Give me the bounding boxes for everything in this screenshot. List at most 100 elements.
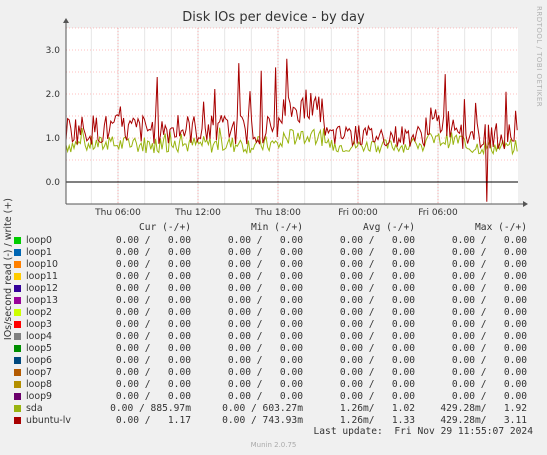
- legend-avg: 0.00 / 0.00: [339, 295, 415, 306]
- legend-series-name: loop8: [26, 379, 52, 390]
- legend-min: 0.00 / 0.00: [227, 367, 303, 378]
- legend-header-cur: Cur (-/+): [139, 222, 191, 233]
- legend-max: 0.00 / 0.00: [451, 319, 527, 330]
- legend-max: 0.00 / 0.00: [451, 307, 527, 318]
- legend-swatch: [14, 273, 21, 280]
- legend-max: 0.00 / 0.00: [451, 283, 527, 294]
- x-tick-label: Thu 18:00: [254, 208, 301, 218]
- legend-avg: 0.00 / 0.00: [339, 343, 415, 354]
- x-tick-label: Fri 00:00: [338, 208, 378, 218]
- legend-min: 0.00 / 0.00: [227, 295, 303, 306]
- legend-row: loop2 0.00 / 0.00 0.00 / 0.00 0.00 / 0.00 0.…: [12, 307, 537, 319]
- legend-swatch: [14, 381, 21, 388]
- legend-header-min: Min (-/+): [251, 222, 303, 233]
- legend-swatch: [14, 417, 21, 424]
- legend-row: loop6 0.00 / 0.00 0.00 / 0.00 0.00 / 0.00 0.…: [12, 355, 537, 367]
- legend-series-name: loop12: [26, 283, 58, 294]
- legend-series-name: sda: [26, 403, 43, 414]
- legend-min: 0.00 / 0.00: [227, 343, 303, 354]
- legend-series-name: loop5: [26, 343, 52, 354]
- legend-avg: 0.00 / 0.00: [339, 259, 415, 270]
- legend-swatch: [14, 261, 21, 268]
- x-tick-label: Fri 06:00: [418, 208, 458, 218]
- legend-series-name: ubuntu-lv: [26, 415, 71, 426]
- legend-max: 0.00 / 0.00: [451, 343, 527, 354]
- legend-min: 0.00 / 0.00: [227, 271, 303, 282]
- legend-max: 0.00 / 0.00: [451, 295, 527, 306]
- legend-series-name: loop4: [26, 331, 52, 342]
- legend-avg: 0.00 / 0.00: [339, 319, 415, 330]
- legend-cur: 0.00 / 0.00: [115, 391, 191, 402]
- legend-series-name: loop2: [26, 307, 52, 318]
- legend-min: 0.00 / 0.00: [227, 259, 303, 270]
- legend-cur: 0.00 / 0.00: [115, 283, 191, 294]
- legend-swatch: [14, 249, 21, 256]
- legend-series-name: loop7: [26, 367, 52, 378]
- legend-row: loop1 0.00 / 0.00 0.00 / 0.00 0.00 / 0.00 0.…: [12, 247, 537, 259]
- x-tick-label: Thu 12:00: [174, 208, 221, 218]
- legend-max: 0.00 / 0.00: [451, 331, 527, 342]
- legend-header-avg: Avg (-/+): [363, 222, 415, 233]
- legend-avg: 0.00 / 0.00: [339, 355, 415, 366]
- legend-series-name: loop10: [26, 259, 58, 270]
- legend-row: loop13 0.00 / 0.00 0.00 / 0.00 0.00 / 0.00 0…: [12, 295, 537, 307]
- legend-swatch: [14, 369, 21, 376]
- legend-row: loop10 0.00 / 0.00 0.00 / 0.00 0.00 / 0.00 0…: [12, 259, 537, 271]
- legend-cur: 0.00 / 885.97m: [110, 403, 191, 414]
- legend-cur: 0.00 / 0.00: [115, 235, 191, 246]
- legend-swatch: [14, 333, 21, 340]
- legend-row: loop0 0.00 / 0.00 0.00 / 0.00 0.00 / 0.00 0.…: [12, 235, 537, 247]
- rrdtool-credit: RRDTOOL / TOBI OETIKER: [535, 6, 543, 108]
- legend-avg: 0.00 / 0.00: [339, 379, 415, 390]
- legend-cur: 0.00 / 0.00: [115, 379, 191, 390]
- legend-series-name: loop11: [26, 271, 58, 282]
- legend-cur: 0.00 / 0.00: [115, 343, 191, 354]
- legend-cur: 0.00 / 0.00: [115, 331, 191, 342]
- legend-table: Cur (-/+) Min (-/+) Avg (-/+) Max (-/+) …: [12, 222, 537, 427]
- y-tick-label: 1.0: [46, 134, 61, 144]
- legend-swatch: [14, 237, 21, 244]
- legend-min: 0.00 / 0.00: [227, 307, 303, 318]
- legend-avg: 0.00 / 0.00: [339, 367, 415, 378]
- legend-max: 0.00 / 0.00: [451, 235, 527, 246]
- legend-avg: 1.26m/ 1.02: [339, 403, 415, 414]
- legend-row: loop5 0.00 / 0.00 0.00 / 0.00 0.00 / 0.00 0.…: [12, 343, 537, 355]
- legend-cur: 0.00 / 1.17: [115, 415, 191, 426]
- legend-avg: 0.00 / 0.00: [339, 391, 415, 402]
- legend-row: sda 0.00 / 885.97m 0.00 / 603.27m 1.26m/ 1.…: [12, 403, 537, 415]
- legend-series-name: loop1: [26, 247, 52, 258]
- legend-avg: 0.00 / 0.00: [339, 331, 415, 342]
- legend-cur: 0.00 / 0.00: [115, 367, 191, 378]
- legend-swatch: [14, 309, 21, 316]
- legend-row: loop12 0.00 / 0.00 0.00 / 0.00 0.00 / 0.00 0…: [12, 283, 537, 295]
- legend-min: 0.00 / 0.00: [227, 283, 303, 294]
- legend-swatch: [14, 321, 21, 328]
- legend-row: loop9 0.00 / 0.00 0.00 / 0.00 0.00 / 0.00 0.…: [12, 391, 537, 403]
- legend-cur: 0.00 / 0.00: [115, 271, 191, 282]
- legend-min: 0.00 / 603.27m: [222, 403, 303, 414]
- y-tick-label: 3.0: [46, 46, 61, 56]
- y-tick-label: 2.0: [46, 90, 61, 100]
- disk-io-chart: 0.0 1.0 2.0 3.0 Thu 06:00 Thu 12:00 Thu 18:00 F…: [46, 18, 528, 218]
- legend-series-name: loop0: [26, 235, 52, 246]
- legend-max: 0.00 / 0.00: [451, 355, 527, 366]
- legend-min: 0.00 / 0.00: [227, 355, 303, 366]
- legend-row: loop7 0.00 / 0.00 0.00 / 0.00 0.00 / 0.00 0.…: [12, 367, 537, 379]
- legend-max: 0.00 / 0.00: [451, 391, 527, 402]
- legend-max: 0.00 / 0.00: [451, 271, 527, 282]
- x-axis-arrow: [523, 201, 528, 207]
- legend-min: 0.00 / 0.00: [227, 331, 303, 342]
- legend-max: 0.00 / 0.00: [451, 379, 527, 390]
- legend-max: 0.00 / 0.00: [451, 259, 527, 270]
- legend-min: 0.00 / 743.93m: [222, 415, 303, 426]
- legend-header-row: Cur (-/+) Min (-/+) Avg (-/+) Max (-/+): [12, 222, 537, 235]
- legend-min: 0.00 / 0.00: [227, 379, 303, 390]
- legend-max: 0.00 / 0.00: [451, 247, 527, 258]
- legend-row: loop11 0.00 / 0.00 0.00 / 0.00 0.00 / 0.00 0…: [12, 271, 537, 283]
- legend-swatch: [14, 357, 21, 364]
- legend-swatch: [14, 285, 21, 292]
- legend-avg: 0.00 / 0.00: [339, 307, 415, 318]
- legend-min: 0.00 / 0.00: [227, 319, 303, 330]
- legend-header-max: Max (-/+): [475, 222, 527, 233]
- last-update: Last update: Fri Nov 29 11:55:07 2024: [313, 426, 534, 437]
